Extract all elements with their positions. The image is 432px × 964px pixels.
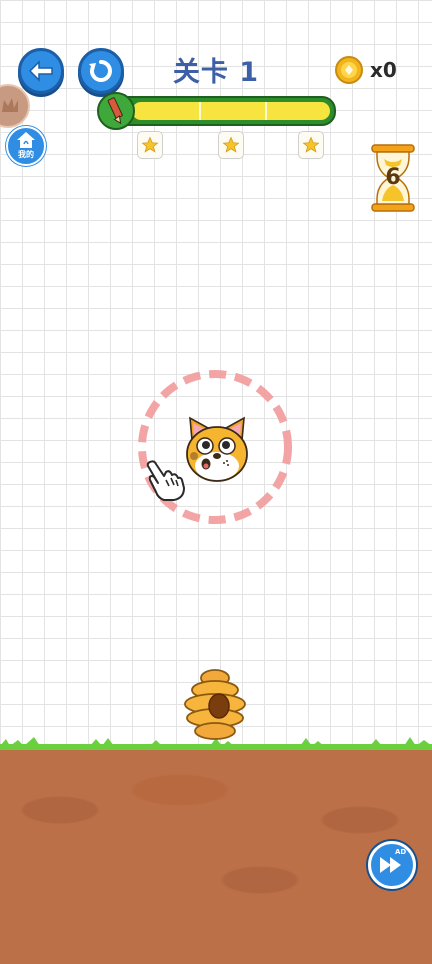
- timer-seconds: 6: [385, 165, 401, 190]
- ink-progress-fill: [132, 102, 330, 120]
- skip-level-button[interactable]: AD: [368, 841, 416, 889]
- fast-forward-icon: [380, 857, 401, 873]
- ink-progress-bar: [100, 96, 336, 126]
- level-title: 关卡 1: [172, 57, 260, 88]
- avatar[interactable]: [0, 84, 30, 128]
- crown-icon: [2, 98, 18, 112]
- arrow-left-icon: [28, 60, 53, 82]
- star-3: [298, 131, 324, 159]
- star-icon: [302, 136, 320, 153]
- ground: [0, 750, 432, 964]
- my-button-label: 我的: [18, 150, 34, 159]
- restart-button[interactable]: [78, 48, 124, 94]
- pencil-icon: [97, 92, 135, 130]
- star-icon: [141, 136, 159, 153]
- beehive: [184, 669, 246, 740]
- refresh-icon: [89, 60, 112, 82]
- star-2: [218, 131, 244, 159]
- hand-pointer-icon: [146, 460, 185, 501]
- coin-count: x0: [370, 58, 397, 82]
- star-1: [137, 131, 163, 159]
- star-icon: [222, 136, 240, 153]
- my-button[interactable]: 我的: [6, 126, 46, 166]
- ad-badge: AD: [395, 848, 407, 856]
- dog-character[interactable]: [184, 416, 250, 484]
- coin-icon: [334, 55, 364, 85]
- hourglass-icon: 6: [370, 143, 416, 213]
